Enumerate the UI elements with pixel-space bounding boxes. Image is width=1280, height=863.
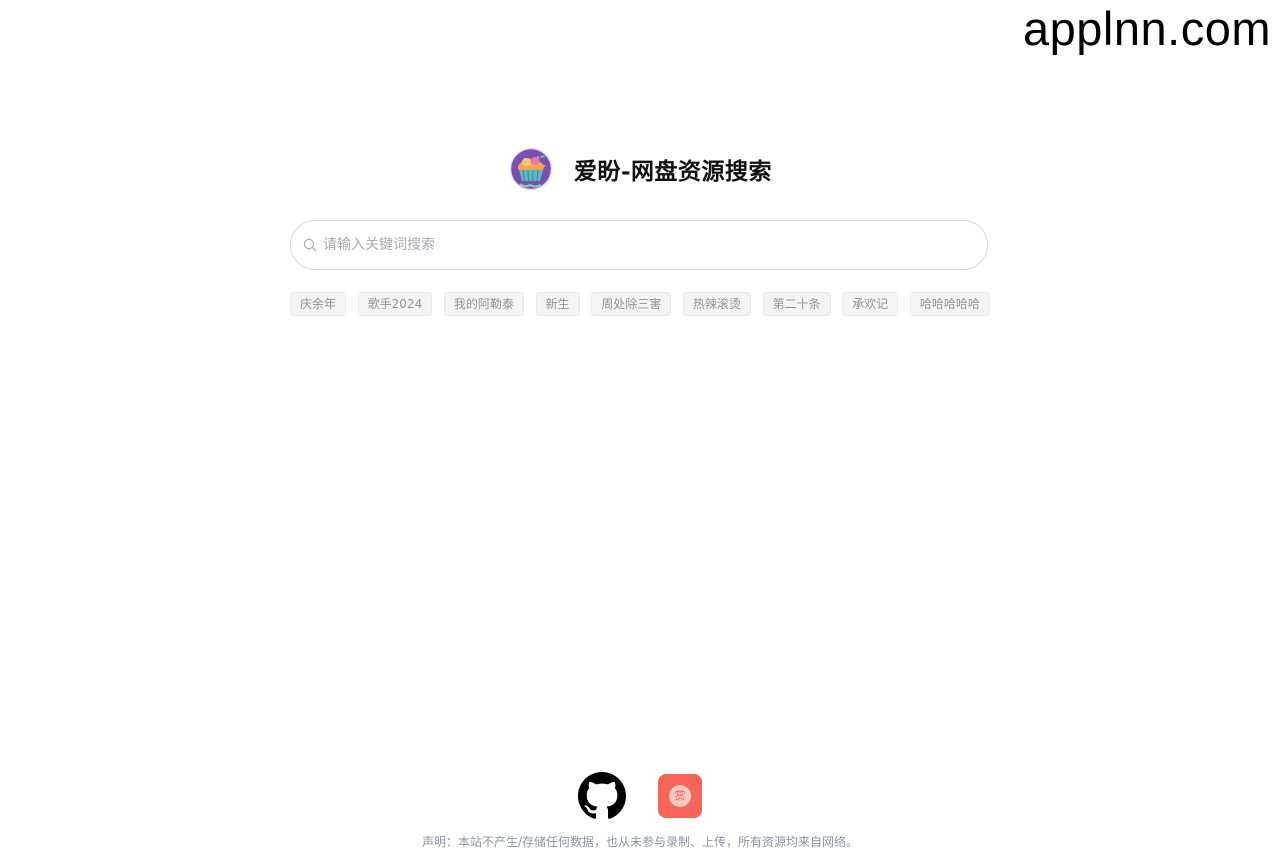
hot-tag[interactable]: 庆余年 — [290, 292, 347, 316]
hot-tag[interactable]: 新生 — [535, 292, 580, 316]
hot-tag[interactable]: 歌手2024 — [357, 292, 433, 316]
hot-tag[interactable]: 承欢记 — [842, 292, 899, 316]
cupcake-logo-icon — [508, 147, 553, 191]
hot-tag[interactable]: 热辣滚烫 — [682, 292, 751, 316]
watermark-text: applnn.com — [1023, 2, 1271, 55]
footer-links: 赏 — [0, 772, 1280, 820]
reward-button[interactable]: 赏 — [658, 774, 702, 818]
hot-tag[interactable]: 周处除三害 — [591, 292, 672, 316]
reward-icon: 赏 — [669, 785, 691, 807]
disclaimer-text: 声明：本站不产生/存储任何数据，也从未参与录制、上传，所有资源均来自网络。 — [421, 835, 859, 849]
site-brand[interactable]: 爱盼-网盘资源搜索 — [0, 146, 1280, 192]
hot-tag[interactable]: 哈哈哈哈哈 — [909, 292, 990, 316]
hot-tag[interactable]: 第二十条 — [762, 292, 831, 316]
search-input[interactable] — [323, 230, 987, 260]
hot-search-tags: 庆余年 歌手2024 我的阿勒泰 新生 周处除三害 热辣滚烫 第二十条 承欢记 … — [290, 292, 990, 316]
github-icon[interactable] — [578, 772, 626, 820]
hot-tag[interactable]: 我的阿勒泰 — [443, 292, 524, 316]
page: applnn.com 爱盼-网盘资源搜索 庆余年 歌手2024 我的阿勒 — [0, 0, 1280, 863]
search-box[interactable] — [290, 220, 988, 270]
search-icon — [303, 238, 317, 252]
site-title: 爱盼-网盘资源搜索 — [573, 158, 773, 185]
